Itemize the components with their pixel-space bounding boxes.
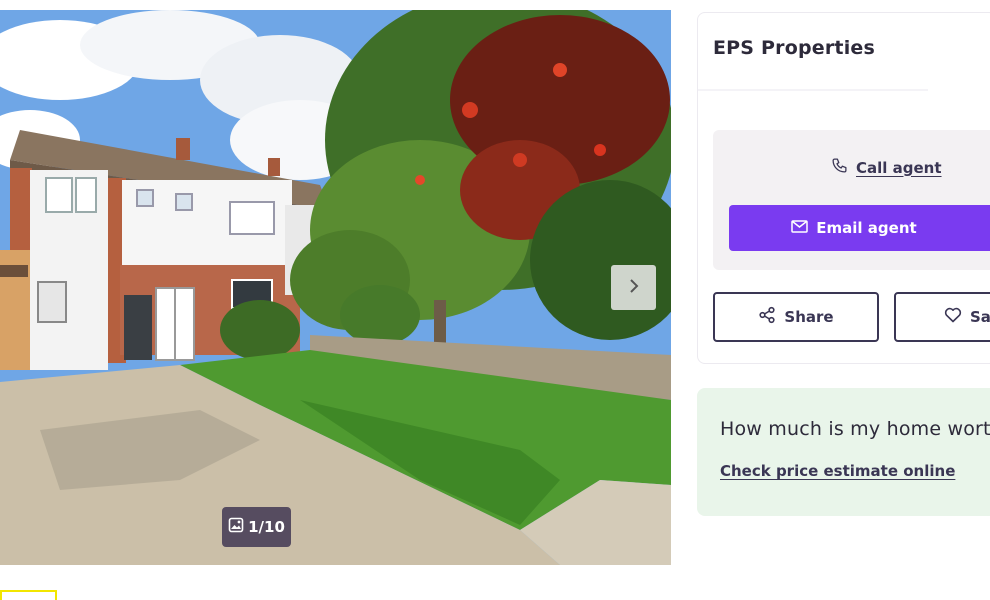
agent-name: EPS Properties bbox=[713, 37, 875, 59]
price-estimate-card: How much is my home worth? Check price e… bbox=[697, 388, 990, 516]
call-agent-link[interactable]: Call agent bbox=[831, 157, 942, 178]
save-button[interactable]: Save bbox=[894, 292, 990, 342]
check-price-estimate-link[interactable]: Check price estimate online bbox=[720, 462, 955, 480]
call-agent-label: Call agent bbox=[856, 158, 942, 177]
email-agent-label: Email agent bbox=[816, 219, 917, 237]
estimate-title: How much is my home worth? bbox=[720, 418, 990, 440]
contact-panel: Call agent Email agent bbox=[713, 130, 990, 270]
share-button[interactable]: Share bbox=[713, 292, 879, 342]
image-icon bbox=[228, 517, 244, 537]
share-label: Share bbox=[784, 308, 834, 326]
phone-icon bbox=[831, 157, 848, 178]
highlight-marker bbox=[0, 590, 57, 600]
photo-counter[interactable]: 1/10 bbox=[222, 507, 291, 547]
agent-contact-card: EPS Properties Call agent Email agent Sh… bbox=[697, 12, 990, 364]
property-photo bbox=[0, 10, 671, 565]
chevron-right-icon bbox=[627, 277, 641, 299]
property-photo-gallery[interactable]: 1/10 bbox=[0, 10, 671, 565]
divider bbox=[698, 89, 928, 91]
heart-icon bbox=[944, 307, 962, 327]
save-label: Save bbox=[970, 308, 990, 326]
photo-counter-text: 1/10 bbox=[248, 518, 285, 536]
email-agent-button[interactable]: Email agent bbox=[729, 205, 990, 251]
share-icon bbox=[758, 306, 776, 328]
next-photo-button[interactable] bbox=[611, 265, 656, 310]
envelope-icon bbox=[791, 219, 809, 237]
